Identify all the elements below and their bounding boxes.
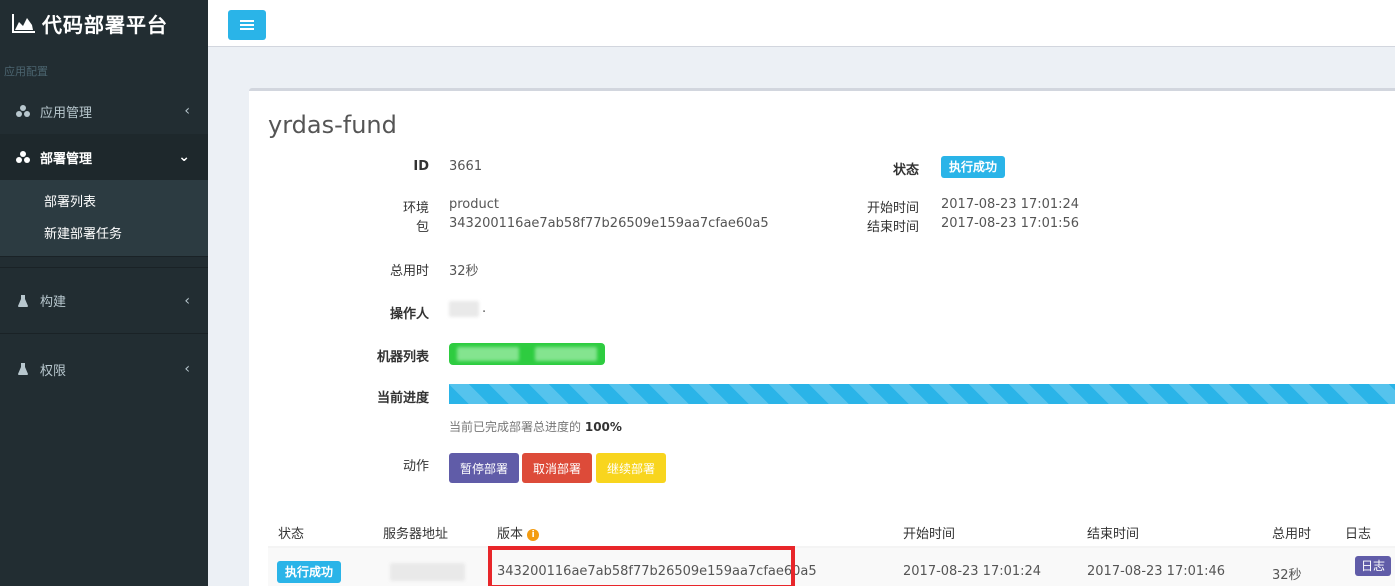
operator-label: 操作人: [389, 307, 429, 322]
th-start-time: 开始时间: [903, 527, 956, 542]
topbar: [208, 0, 1395, 47]
duration-label: 总用时: [389, 264, 429, 279]
sidebar-item-new-deploy-task[interactable]: 新建部署任务: [0, 216, 208, 248]
chevron-left-icon: ‹: [184, 103, 190, 119]
status-badge: 执行成功: [941, 156, 1006, 178]
sidebar-item-label: 权限: [40, 363, 67, 379]
sidebar-toggle-button[interactable]: [228, 10, 266, 40]
chevron-left-icon: ‹: [184, 361, 190, 377]
id-value: 3661: [449, 159, 483, 174]
row-start-time: 2017-08-23 17:01:24: [903, 564, 1042, 579]
status-label: 状态: [892, 163, 919, 178]
cancel-deploy-button[interactable]: 取消部署: [522, 453, 592, 483]
sidebar-item-label: 部署管理: [40, 151, 93, 167]
sidebar-item-app-management[interactable]: 应用管理 ‹: [0, 88, 208, 134]
brand-title: 代码部署平台: [42, 12, 168, 37]
sidebar-item-deploy-list[interactable]: 部署列表: [0, 184, 208, 216]
area-chart-icon: [12, 13, 36, 33]
id-label: ID: [413, 159, 429, 174]
sidebar-item-permission[interactable]: 权限 ‹: [0, 334, 208, 404]
sidebar-section-header: 应用配置: [4, 65, 48, 78]
th-log: 日志: [1345, 527, 1372, 542]
package-label: 包: [415, 220, 429, 235]
flask-icon: [14, 294, 32, 308]
th-version: 版本 i: [497, 523, 540, 542]
cubes-icon: [14, 104, 32, 118]
version-highlight-box: [488, 546, 795, 586]
machines-label: 机器列表: [376, 350, 429, 365]
progress-label: 当前进度: [376, 391, 429, 406]
operator-value-redacted: [449, 301, 479, 317]
th-duration: 总用时: [1272, 527, 1312, 542]
env-label: 环境: [402, 201, 429, 216]
progress-text-prefix: 当前已完成部署总进度的: [449, 420, 582, 434]
th-server: 服务器地址: [383, 527, 449, 542]
duration-value: 32秒: [449, 264, 479, 279]
deploy-submenu: 部署列表 新建部署任务: [0, 180, 208, 256]
page-title: yrdas-fund: [268, 111, 397, 139]
row-status-badge: 执行成功: [277, 561, 342, 583]
start-time-label: 开始时间: [866, 201, 919, 216]
row-duration: 32秒: [1272, 568, 1302, 583]
flask-icon: [14, 362, 32, 376]
continue-deploy-button[interactable]: 继续部署: [596, 453, 666, 483]
table-row: 执行成功 343200116ae7ab58f77b26509e159aa7cfa…: [268, 548, 1395, 586]
deploy-detail-box: yrdas-fund ID 3661 状态 执行成功 环境 product 包 …: [249, 88, 1395, 586]
sidebar-item-build[interactable]: 构建 ‹: [0, 268, 208, 334]
machine-redacted: [535, 347, 597, 361]
pause-deploy-button[interactable]: 暂停部署: [449, 453, 519, 483]
view-log-button[interactable]: 日志: [1355, 556, 1392, 576]
end-time-label: 结束时间: [866, 220, 919, 235]
end-time-value: 2017-08-23 17:01:56: [941, 216, 1080, 231]
brand[interactable]: 代码部署平台: [0, 0, 208, 46]
package-value: 343200116ae7ab58f77b26509e159aa7cfae60a5: [449, 216, 769, 231]
env-value: product: [449, 197, 500, 212]
progress-bar: [449, 384, 1395, 404]
start-time-value: 2017-08-23 17:01:24: [941, 197, 1080, 212]
progress-percent: 100%: [584, 420, 622, 434]
chevron-left-icon: ‹: [184, 292, 190, 309]
machine-redacted: [457, 347, 519, 361]
sidebar-item-label: 应用管理: [40, 105, 93, 121]
progress-text: 当前已完成部署总进度的 100%: [449, 418, 622, 435]
chevron-down-icon: ⌄: [178, 149, 190, 165]
operator-suffix: .: [482, 301, 487, 316]
info-icon[interactable]: i: [527, 529, 540, 541]
row-end-time: 2017-08-23 17:01:46: [1087, 564, 1226, 579]
sidebar: 代码部署平台 应用配置 应用管理 ‹ 部署管理 ⌄ 部署列表 新建部署任务 构建…: [0, 0, 208, 586]
sidebar-item-label: 构建: [40, 295, 67, 310]
cubes-icon: [14, 150, 32, 164]
row-server-redacted: [390, 563, 465, 581]
hamburger-icon: [240, 16, 254, 35]
machine-list-pill[interactable]: [449, 343, 605, 365]
th-status: 状态: [278, 527, 305, 542]
sidebar-item-deploy-management[interactable]: 部署管理 ⌄: [0, 134, 208, 180]
th-end-time: 结束时间: [1087, 527, 1140, 542]
actions-label: 动作: [402, 459, 429, 474]
